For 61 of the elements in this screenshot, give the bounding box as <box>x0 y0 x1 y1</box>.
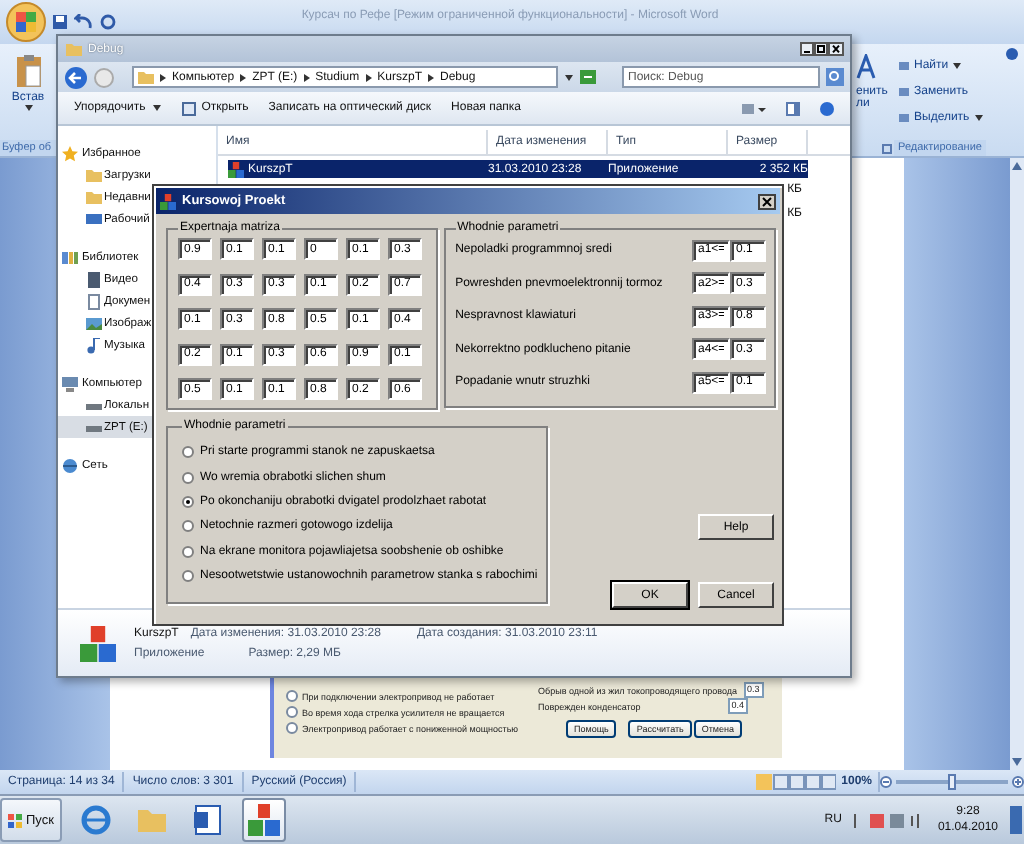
radio-button[interactable] <box>182 570 194 583</box>
film-icon <box>86 271 102 287</box>
minimize-icon[interactable] <box>800 42 814 56</box>
preview-pane-icon[interactable] <box>786 101 800 115</box>
zoom-out-icon[interactable] <box>880 776 892 788</box>
image-icon <box>86 315 102 331</box>
blocks-icon <box>228 161 244 177</box>
radio-button[interactable] <box>182 446 194 459</box>
folder-icon <box>138 70 154 84</box>
close-icon[interactable] <box>758 193 776 209</box>
computer-icon <box>62 375 78 391</box>
radio-button[interactable] <box>182 471 194 484</box>
window-icon <box>181 101 196 115</box>
zoom-in-icon[interactable] <box>1012 776 1024 788</box>
radio-button[interactable] <box>182 520 194 533</box>
chevron-icon <box>240 73 247 81</box>
radio-button[interactable] <box>182 495 194 508</box>
chevron-icon <box>365 73 372 81</box>
windows-logo-icon <box>8 813 22 827</box>
document-icon <box>86 293 102 309</box>
chevron-icon <box>427 73 434 81</box>
radio-button[interactable] <box>286 706 298 718</box>
view-icon[interactable] <box>742 101 766 115</box>
down-arrow-icon[interactable] <box>1012 758 1022 766</box>
radio-button[interactable] <box>286 690 298 702</box>
folder-icon <box>135 804 168 836</box>
document-icon <box>191 804 224 836</box>
star-icon <box>62 145 78 161</box>
view-buttons-icon[interactable] <box>755 774 836 790</box>
help-icon[interactable] <box>820 101 834 115</box>
save-icon[interactable] <box>52 14 68 30</box>
search-icon[interactable] <box>826 68 844 86</box>
paste-icon[interactable] <box>15 54 41 88</box>
letter-style-icon <box>856 54 876 80</box>
chevron-icon <box>160 73 166 81</box>
monitor-icon <box>86 211 102 227</box>
blocks-icon <box>247 804 280 836</box>
back-icon[interactable] <box>64 65 88 89</box>
maximize-icon[interactable] <box>814 42 828 56</box>
dialog-launcher-icon[interactable] <box>882 144 892 154</box>
radio-button[interactable] <box>286 722 298 734</box>
library-icon <box>62 249 78 265</box>
blocks-icon <box>160 193 176 209</box>
blocks-icon <box>80 625 116 661</box>
chevron-icon <box>303 73 310 81</box>
music-note-icon <box>86 337 102 353</box>
office-button-icon[interactable] <box>6 2 46 42</box>
browser-icon <box>79 804 112 836</box>
undo-icon[interactable] <box>74 14 94 30</box>
taskbar-button[interactable] <box>241 798 286 842</box>
close-icon[interactable] <box>828 42 844 56</box>
zoom-slider-thumb[interactable] <box>948 774 956 790</box>
up-arrow-icon[interactable] <box>1012 162 1022 170</box>
network-icon <box>62 457 78 473</box>
caret-icon <box>151 104 162 112</box>
caret-icon <box>973 113 984 121</box>
help-icon[interactable] <box>1006 48 1018 60</box>
caret-icon <box>952 61 963 69</box>
dropdown-icon <box>564 73 575 81</box>
radio-button[interactable] <box>182 545 194 558</box>
caret-icon <box>23 104 33 112</box>
